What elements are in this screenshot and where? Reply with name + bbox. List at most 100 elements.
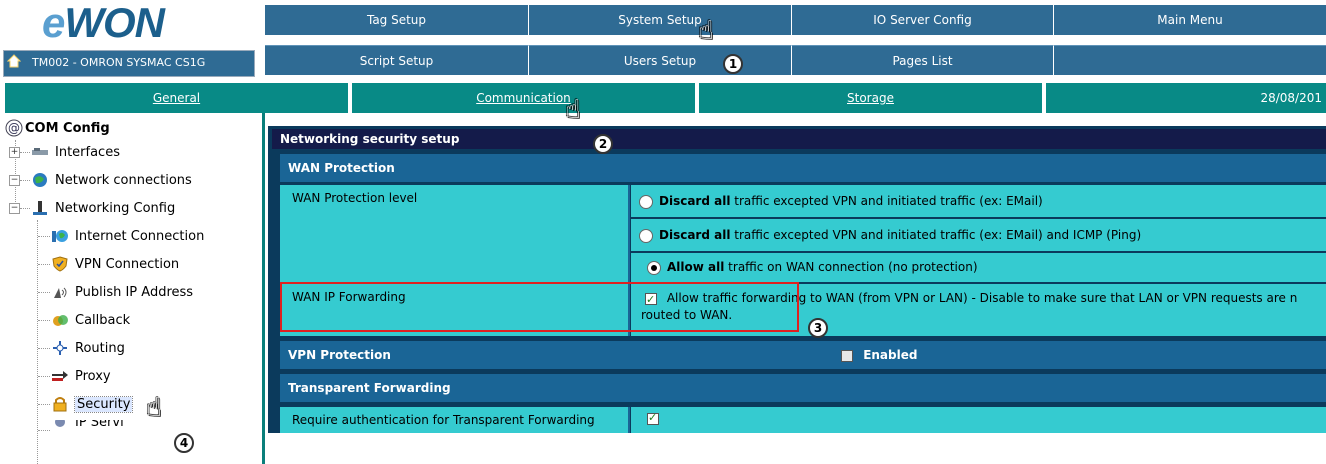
vpn-enabled-checkbox[interactable] <box>841 349 853 362</box>
pointer-hand-icon: ☝ <box>565 95 581 125</box>
tree-item-label: Callback <box>75 312 131 328</box>
tree-item-label: Proxy <box>75 368 111 384</box>
publish-ip-icon <box>54 287 67 298</box>
tree-item-label: Security <box>73 395 134 413</box>
expand-icon[interactable]: + <box>9 147 20 158</box>
tab-storage[interactable]: Storage <box>699 83 1044 113</box>
tree-item-security[interactable]: Security <box>51 394 134 414</box>
tree-item-label: VPN Connection <box>75 256 180 272</box>
internet-connection-icon <box>52 230 68 242</box>
wan-option-discard-all-icmp[interactable]: Discard all traffic excepted VPN and ini… <box>631 219 1326 251</box>
device-bar[interactable]: TM002 - OMRON SYSMAC CS1G <box>3 50 255 77</box>
tree-item-callback[interactable]: Callback <box>51 310 130 330</box>
radio-button[interactable] <box>639 228 653 243</box>
tree-line <box>38 236 50 237</box>
tree-line <box>38 430 50 431</box>
tree-root[interactable]: @ COM Config <box>5 118 110 138</box>
com-config-tree: @ COM Config + Interfaces − Network conn… <box>5 118 257 464</box>
tree-line <box>38 292 50 293</box>
tree-root-label: COM Config <box>25 120 110 136</box>
routing-icon <box>53 341 67 355</box>
tree-line <box>38 320 50 321</box>
interfaces-icon <box>32 148 48 155</box>
pointer-hand-icon: ☝ <box>698 16 714 46</box>
tab-general[interactable]: General <box>5 83 350 113</box>
lock-icon <box>53 397 67 412</box>
tree-line <box>38 404 50 405</box>
option-text: traffic excepted VPN and initiated traff… <box>730 194 1043 208</box>
tree-line <box>38 264 50 265</box>
tab-communication[interactable]: Communication <box>352 83 697 113</box>
users-setup-button[interactable]: Users Setup <box>529 45 792 75</box>
require-auth-checkbox[interactable] <box>647 411 659 425</box>
vpn-enabled-label: Enabled <box>863 348 918 362</box>
option-bold: Allow all <box>667 260 725 274</box>
tree-item-label: IP Servi <box>75 420 124 430</box>
ip-services-icon <box>55 420 65 427</box>
tree-item-internet-connection[interactable]: Internet Connection <box>51 226 204 246</box>
option-bold: Discard all <box>659 228 731 242</box>
tag-setup-button[interactable]: Tag Setup <box>265 5 529 35</box>
tree-item-networking-config[interactable]: Networking Config <box>31 198 175 218</box>
date-display: 28/08/201 <box>1046 83 1326 113</box>
collapse-icon[interactable]: − <box>9 203 20 214</box>
script-setup-button[interactable]: Script Setup <box>265 45 529 75</box>
require-auth-label: Require authentication for Transparent F… <box>280 407 630 433</box>
tree-item-ip-services[interactable]: IP Servi <box>51 420 124 430</box>
tree-item-publish-ip-address[interactable]: Publish IP Address <box>51 282 193 302</box>
page-bottom-whitespace <box>268 433 1326 464</box>
pointer-hand-icon: ☝ <box>146 393 162 423</box>
tree-item-label: Publish IP Address <box>75 284 194 300</box>
option-text: traffic excepted VPN and initiated traff… <box>730 228 1142 242</box>
tree-line <box>20 180 30 181</box>
tree-item-label: Network connections <box>55 172 192 188</box>
tree-line <box>20 208 30 209</box>
require-auth-option[interactable] <box>631 407 1326 433</box>
tree-item-proxy[interactable]: Proxy <box>51 366 111 386</box>
tree-item-label: Networking Config <box>55 200 176 216</box>
blank-menu-button <box>1054 45 1326 75</box>
wan-option-discard-all[interactable]: Discard all traffic excepted VPN and ini… <box>631 185 1326 217</box>
device-name: TM002 - OMRON SYSMAC CS1G <box>32 56 206 69</box>
tree-item-label: Internet Connection <box>75 228 205 244</box>
option-bold: Discard all <box>659 194 731 208</box>
panel-splitter[interactable] <box>262 113 265 464</box>
page-title: Networking security setup <box>272 129 1326 149</box>
proxy-icon <box>52 371 68 381</box>
tree-line <box>38 376 50 377</box>
pages-list-button[interactable]: Pages List <box>792 45 1054 75</box>
callout-2: 2 <box>593 134 613 154</box>
vpn-shield-icon <box>52 256 68 272</box>
radio-button-selected[interactable] <box>647 260 661 275</box>
system-setup-button[interactable]: System Setup <box>529 5 792 35</box>
home-icon[interactable] <box>7 54 21 68</box>
io-server-config-button[interactable]: IO Server Config <box>792 5 1054 35</box>
callback-icon <box>53 315 68 326</box>
callout-4: 4 <box>174 433 194 453</box>
tree-item-interfaces[interactable]: Interfaces <box>31 142 120 162</box>
tree-item-label: Interfaces <box>55 144 120 160</box>
at-sign-icon: @ <box>5 119 23 137</box>
callout-3: 3 <box>808 318 828 338</box>
option-text: traffic on WAN connection (no protection… <box>724 260 978 274</box>
networking-config-icon <box>33 201 47 215</box>
vpn-enabled-toggle[interactable]: Enabled <box>841 341 917 369</box>
tree-item-routing[interactable]: Routing <box>51 338 125 358</box>
highlight-box <box>280 282 799 332</box>
tree-item-network-connections[interactable]: Network connections <box>31 170 192 190</box>
callout-1: 1 <box>723 54 743 74</box>
radio-button[interactable] <box>639 194 653 209</box>
collapse-icon[interactable]: − <box>9 175 20 186</box>
vpn-protection-title: VPN Protection <box>288 348 391 362</box>
wan-protection-header: WAN Protection <box>280 154 1326 182</box>
tree-line <box>20 152 30 153</box>
tree-item-vpn-connection[interactable]: VPN Connection <box>51 254 179 274</box>
wan-option-allow-all[interactable]: Allow all traffic on WAN connection (no … <box>631 253 1326 282</box>
network-globe-icon <box>33 173 47 187</box>
tree-item-label: Routing <box>75 340 125 356</box>
wan-protection-level-label: WAN Protection level <box>280 185 630 282</box>
tree-line <box>37 220 38 464</box>
main-menu-button[interactable]: Main Menu <box>1054 5 1326 35</box>
tab-bar: General Communication Storage 28/08/201 <box>5 83 1326 113</box>
vpn-protection-header: VPN Protection Enabled <box>280 341 1326 369</box>
